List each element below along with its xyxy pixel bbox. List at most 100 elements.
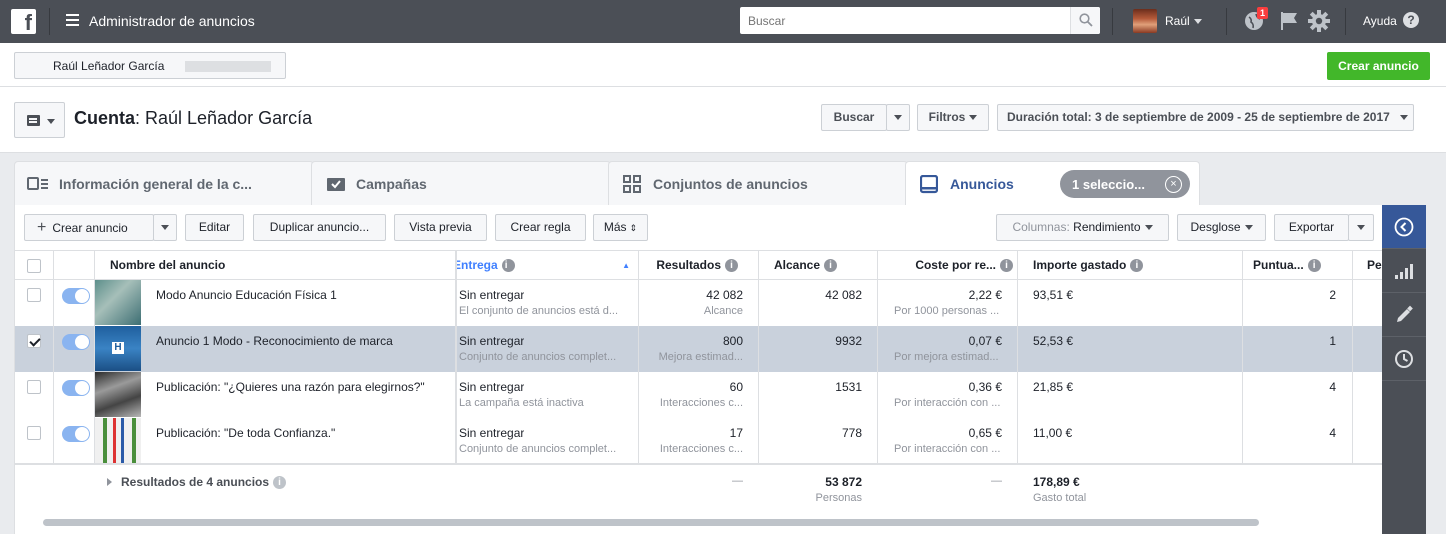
column-header-spent[interactable]: Importe gastado i xyxy=(1018,251,1242,280)
page-edge xyxy=(1426,205,1446,534)
top-bar: f Administrador de anuncios Raúl 1 Ayuda… xyxy=(0,0,1446,43)
info-icon: i xyxy=(1130,259,1144,273)
edit-rail-button[interactable] xyxy=(1382,293,1426,337)
hospital-logo-icon: H xyxy=(112,342,124,354)
info-icon: i xyxy=(1000,259,1013,273)
row-checkbox[interactable] xyxy=(27,426,41,440)
duplicate-button[interactable]: Duplicar anuncio... xyxy=(253,214,386,241)
chevron-down-icon xyxy=(1357,225,1365,231)
column-header-score[interactable]: Puntua... i xyxy=(1243,251,1352,280)
score-value: 4 xyxy=(1329,426,1336,440)
cost-detail: Por interacción con ... xyxy=(894,397,1001,409)
tab-campaigns[interactable]: Campañas xyxy=(311,161,611,206)
results-value: 42 082 xyxy=(706,288,743,302)
user-name[interactable]: Raúl xyxy=(1165,14,1190,28)
help-icon[interactable]: ? xyxy=(1403,12,1419,28)
sort-icon: ⇕ xyxy=(629,223,638,233)
ad-thumbnail[interactable]: H xyxy=(95,326,141,371)
delivery-detail: Conjunto de anuncios complet... xyxy=(459,351,617,363)
filters-button[interactable]: Filtros xyxy=(917,104,989,131)
delivery-detail: El conjunto de anuncios está d... xyxy=(459,305,618,317)
table-row[interactable]: Publicación: "De toda Confianza." Sin en… xyxy=(15,418,1383,464)
column-header-delivery[interactable]: Entrega i ▲ xyxy=(457,251,638,280)
facebook-logo[interactable]: f xyxy=(11,9,36,35)
ad-toggle[interactable] xyxy=(62,380,90,396)
app-title[interactable]: Administrador de anuncios xyxy=(89,13,255,29)
account-selector[interactable]: Raúl Leñador García xyxy=(14,52,286,79)
spent-value: 11,00 € xyxy=(1033,426,1073,440)
export-dropdown[interactable] xyxy=(1348,214,1374,241)
ad-thumbnail[interactable] xyxy=(95,280,141,325)
row-checkbox[interactable] xyxy=(27,288,41,302)
column-header-results[interactable]: Resultados i xyxy=(639,251,758,280)
breakdown-button[interactable]: Desglose xyxy=(1177,214,1266,241)
create-ad-button[interactable]: Crear anuncio xyxy=(1327,52,1430,80)
summary-label[interactable]: Resultados de 4 anuncios i xyxy=(121,475,287,490)
column-header-extra[interactable]: Pe xyxy=(1353,251,1383,280)
ad-name[interactable]: Modo Anuncio Educación Física 1 xyxy=(156,288,451,302)
select-all-checkbox[interactable] xyxy=(27,259,41,273)
create-ad-toolbar-button[interactable]: + Crear anuncio xyxy=(24,214,154,241)
info-icon: i xyxy=(273,476,287,490)
tab-ad-sets[interactable]: Conjuntos de anuncios xyxy=(608,161,908,206)
ad-name[interactable]: Anuncio 1 Modo - Reconocimiento de marca xyxy=(156,334,451,348)
account-header: Cuenta: Raúl Leñador García Buscar Filtr… xyxy=(0,87,1446,153)
insights-button[interactable] xyxy=(1382,249,1426,293)
collapse-rail-button[interactable] xyxy=(1382,205,1426,249)
ad-toggle[interactable] xyxy=(62,426,90,442)
divider xyxy=(1226,8,1227,35)
flag-icon[interactable] xyxy=(1279,10,1299,32)
reach-value: 9932 xyxy=(835,334,862,348)
search-button[interactable]: Buscar xyxy=(821,104,887,131)
table-row[interactable]: Modo Anuncio Educación Física 1 Sin entr… xyxy=(15,280,1383,326)
summary-spent: 178,89 € xyxy=(1033,475,1080,489)
table-row[interactable]: Publicación: "¿Quieres una razón para el… xyxy=(15,372,1383,418)
history-button[interactable] xyxy=(1382,337,1426,381)
notification-badge[interactable]: 1 xyxy=(1257,7,1269,19)
ad-toggle[interactable] xyxy=(62,288,90,304)
edit-button[interactable]: Editar xyxy=(185,214,244,241)
bar-chart-icon xyxy=(1395,264,1413,279)
score-value: 1 xyxy=(1329,334,1336,348)
view-switcher-button[interactable] xyxy=(14,102,65,138)
horizontal-scrollbar[interactable] xyxy=(43,519,1259,526)
ad-thumbnail[interactable] xyxy=(95,418,141,463)
row-checkbox[interactable] xyxy=(27,380,41,394)
help-label[interactable]: Ayuda xyxy=(1363,14,1397,28)
column-header-reach[interactable]: Alcance i xyxy=(759,251,877,280)
score-value: 2 xyxy=(1329,288,1336,302)
gear-icon[interactable] xyxy=(1308,10,1330,32)
row-checkbox[interactable] xyxy=(27,334,41,348)
avatar[interactable] xyxy=(1133,9,1157,33)
reach-value: 42 082 xyxy=(825,288,862,302)
results-type: Interacciones c... xyxy=(659,443,743,455)
columns-button[interactable]: Columnas: Rendimiento xyxy=(996,214,1169,241)
search-button[interactable] xyxy=(1070,7,1100,34)
ads-table: Nombre del anuncio Entrega i ▲ Resultados i… xyxy=(15,250,1383,520)
column-header-name[interactable]: Nombre del anuncio xyxy=(95,251,455,280)
chevron-down-icon xyxy=(969,115,978,121)
selection-pill[interactable]: 1 seleccio... × xyxy=(1060,170,1190,198)
expand-arrow-icon[interactable] xyxy=(107,478,112,486)
close-icon[interactable]: × xyxy=(1165,176,1182,193)
summary-row: Resultados de 4 anuncios i — 53 872 Perso… xyxy=(15,463,1383,520)
chevron-down-icon[interactable] xyxy=(1194,19,1202,24)
export-button[interactable]: Exportar xyxy=(1274,214,1349,241)
grid-icon xyxy=(623,175,641,193)
column-header-cost[interactable]: Coste por re... i xyxy=(878,251,1017,280)
preview-button[interactable]: Vista previa xyxy=(394,214,487,241)
create-ad-dropdown[interactable] xyxy=(153,214,177,241)
menu-icon[interactable] xyxy=(66,14,79,26)
ad-name[interactable]: Publicación: "De toda Confianza." xyxy=(156,426,451,440)
create-rule-button[interactable]: Crear regla xyxy=(495,214,586,241)
search-dropdown-button[interactable] xyxy=(886,104,910,131)
date-range-button[interactable]: Duración total: 3 de septiembre de 2009 … xyxy=(997,104,1414,131)
tab-overview[interactable]: Información general de la c... xyxy=(14,161,314,206)
search-input[interactable] xyxy=(740,7,1070,34)
more-button[interactable]: Más ⇕ xyxy=(593,214,648,241)
ad-name[interactable]: Publicación: "¿Quieres una razón para el… xyxy=(156,380,451,394)
divider xyxy=(1345,8,1346,35)
ad-thumbnail[interactable] xyxy=(95,372,141,417)
table-row[interactable]: H Anuncio 1 Modo - Reconocimiento de mar… xyxy=(15,326,1383,372)
ad-toggle[interactable] xyxy=(62,334,90,350)
